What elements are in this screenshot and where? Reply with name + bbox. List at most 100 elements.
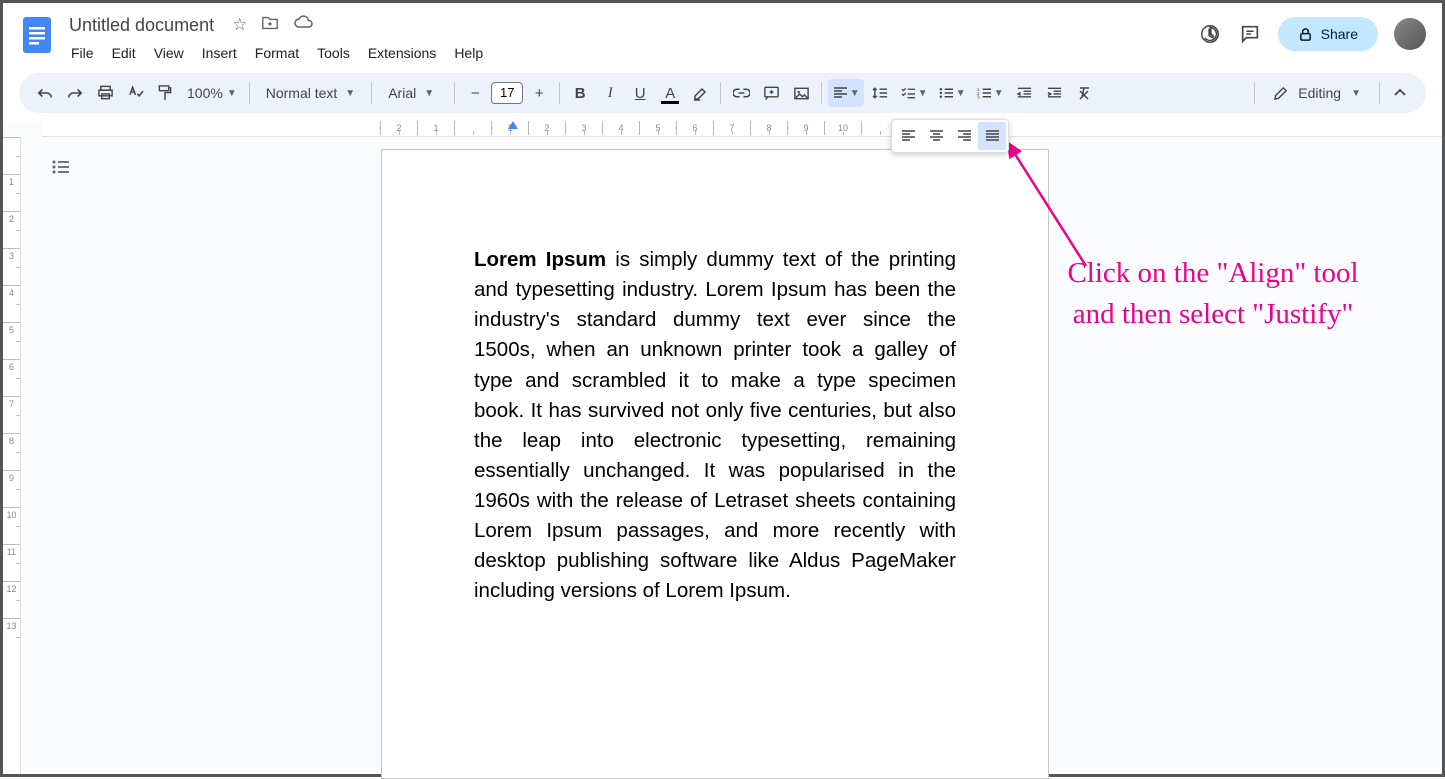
- comment-button[interactable]: [757, 79, 785, 107]
- ruler-tick: 9: [787, 121, 824, 135]
- align-center-option[interactable]: [922, 122, 950, 150]
- bullet-list-button[interactable]: ▼: [934, 79, 970, 107]
- ruler-tick: 10: [3, 507, 20, 544]
- history-icon[interactable]: [1198, 22, 1222, 46]
- menu-insert[interactable]: Insert: [194, 41, 245, 65]
- editing-label: Editing: [1298, 85, 1341, 101]
- docs-logo-icon[interactable]: [19, 11, 55, 59]
- menu-extensions[interactable]: Extensions: [360, 41, 444, 65]
- document-page[interactable]: Lorem Ipsum is simply dummy text of the …: [381, 149, 1049, 779]
- ruler-tick: [454, 121, 491, 135]
- ruler-tick: 8: [750, 121, 787, 135]
- document-body[interactable]: Lorem Ipsum is simply dummy text of the …: [382, 150, 1048, 607]
- ruler-tick: 11: [3, 544, 20, 581]
- menu-bar: File Edit View Insert Format Tools Exten…: [63, 41, 1190, 65]
- ruler-tick: 3: [3, 248, 20, 285]
- chevron-down-icon: ▼: [1351, 88, 1361, 99]
- zoom-select[interactable]: 100% ▼: [181, 85, 243, 101]
- ruler-tick: 5: [639, 121, 676, 135]
- annotation-text: Click on the "Align" tool and then selec…: [1058, 253, 1368, 334]
- ruler-tick: 7: [3, 396, 20, 433]
- spellcheck-button[interactable]: [121, 79, 149, 107]
- ruler-tick: 7: [713, 121, 750, 135]
- checklist-button[interactable]: ▼: [896, 79, 932, 107]
- share-label: Share: [1321, 26, 1358, 42]
- menu-edit[interactable]: Edit: [104, 41, 144, 65]
- star-icon[interactable]: ☆: [232, 15, 247, 35]
- menu-help[interactable]: Help: [446, 41, 491, 65]
- bold-button[interactable]: B: [566, 79, 594, 107]
- avatar[interactable]: [1394, 18, 1426, 50]
- font-size-input[interactable]: 17: [491, 82, 523, 104]
- vertical-ruler[interactable]: 12345678910111213: [3, 137, 21, 774]
- chevron-down-icon: ▼: [345, 88, 355, 99]
- undo-button[interactable]: [31, 79, 59, 107]
- increase-indent-button[interactable]: [1040, 79, 1068, 107]
- lead-bold: Lorem Ipsum: [474, 248, 606, 271]
- align-button[interactable]: ▼: [828, 79, 864, 107]
- collapse-toolbar-button[interactable]: [1386, 79, 1414, 107]
- ruler-tick: 4: [3, 285, 20, 322]
- ruler-tick: 1: [417, 121, 454, 135]
- app-header: Untitled document ☆ File Edit View Inser…: [3, 3, 1442, 65]
- align-dropdown: [891, 119, 1009, 153]
- outline-toggle-button[interactable]: [47, 153, 75, 181]
- lock-icon: [1298, 27, 1313, 42]
- menu-tools[interactable]: Tools: [309, 41, 358, 65]
- move-folder-icon[interactable]: [261, 15, 279, 35]
- horizontal-ruler[interactable]: 21123456789101415: [42, 121, 1442, 137]
- menu-view[interactable]: View: [146, 41, 192, 65]
- redo-button[interactable]: [61, 79, 89, 107]
- body-text: is simply dummy text of the printing and…: [474, 248, 956, 602]
- paint-format-button[interactable]: [151, 79, 179, 107]
- ruler-tick: 1: [3, 174, 20, 211]
- ruler-tick: 2: [380, 121, 417, 135]
- share-button[interactable]: Share: [1278, 17, 1378, 51]
- align-right-option[interactable]: [950, 122, 978, 150]
- ruler-tick: 13: [3, 618, 20, 655]
- decrease-indent-button[interactable]: [1010, 79, 1038, 107]
- svg-text:3: 3: [977, 95, 980, 99]
- chevron-down-icon: ▼: [850, 88, 860, 99]
- menu-file[interactable]: File: [63, 41, 102, 65]
- image-button[interactable]: [787, 79, 815, 107]
- menu-format[interactable]: Format: [247, 41, 307, 65]
- print-button[interactable]: [91, 79, 119, 107]
- style-value: Normal text: [266, 85, 338, 101]
- chevron-down-icon: ▼: [956, 88, 966, 99]
- clear-format-button[interactable]: [1070, 79, 1098, 107]
- italic-button[interactable]: I: [596, 79, 624, 107]
- chevron-down-icon: ▼: [424, 88, 434, 99]
- cloud-status-icon[interactable]: [293, 15, 313, 35]
- paragraph-style-select[interactable]: Normal text ▼: [256, 85, 365, 101]
- font-value: Arial: [388, 85, 416, 101]
- ruler-tick: 2: [528, 121, 565, 135]
- comments-icon[interactable]: [1238, 22, 1262, 46]
- document-title[interactable]: Untitled document: [63, 13, 220, 38]
- ruler-tick: [3, 137, 20, 174]
- text-color-button[interactable]: A: [656, 79, 684, 107]
- decrease-font-button[interactable]: −: [461, 79, 489, 107]
- ruler-tick: 8: [3, 433, 20, 470]
- numbered-list-button[interactable]: 123▼: [972, 79, 1008, 107]
- ruler-tick: 6: [3, 359, 20, 396]
- link-button[interactable]: [727, 79, 755, 107]
- increase-font-button[interactable]: +: [525, 79, 553, 107]
- zoom-value: 100%: [187, 85, 223, 101]
- chevron-down-icon: ▼: [227, 88, 237, 99]
- indent-marker[interactable]: [508, 121, 518, 129]
- align-justify-option[interactable]: [978, 122, 1006, 150]
- font-select[interactable]: Arial ▼: [378, 85, 448, 101]
- line-spacing-button[interactable]: [866, 79, 894, 107]
- ruler-tick: 5: [3, 322, 20, 359]
- ruler-tick: 12: [3, 581, 20, 618]
- chevron-down-icon: ▼: [918, 88, 928, 99]
- highlight-button[interactable]: [686, 79, 714, 107]
- pencil-icon: [1273, 86, 1288, 101]
- workspace: 21123456789101415 12345678910111213 Lore…: [3, 121, 1442, 774]
- underline-button[interactable]: U: [626, 79, 654, 107]
- ruler-tick: 9: [3, 470, 20, 507]
- align-left-option[interactable]: [894, 122, 922, 150]
- editing-mode-button[interactable]: Editing ▼: [1261, 85, 1373, 101]
- chevron-down-icon: ▼: [994, 88, 1004, 99]
